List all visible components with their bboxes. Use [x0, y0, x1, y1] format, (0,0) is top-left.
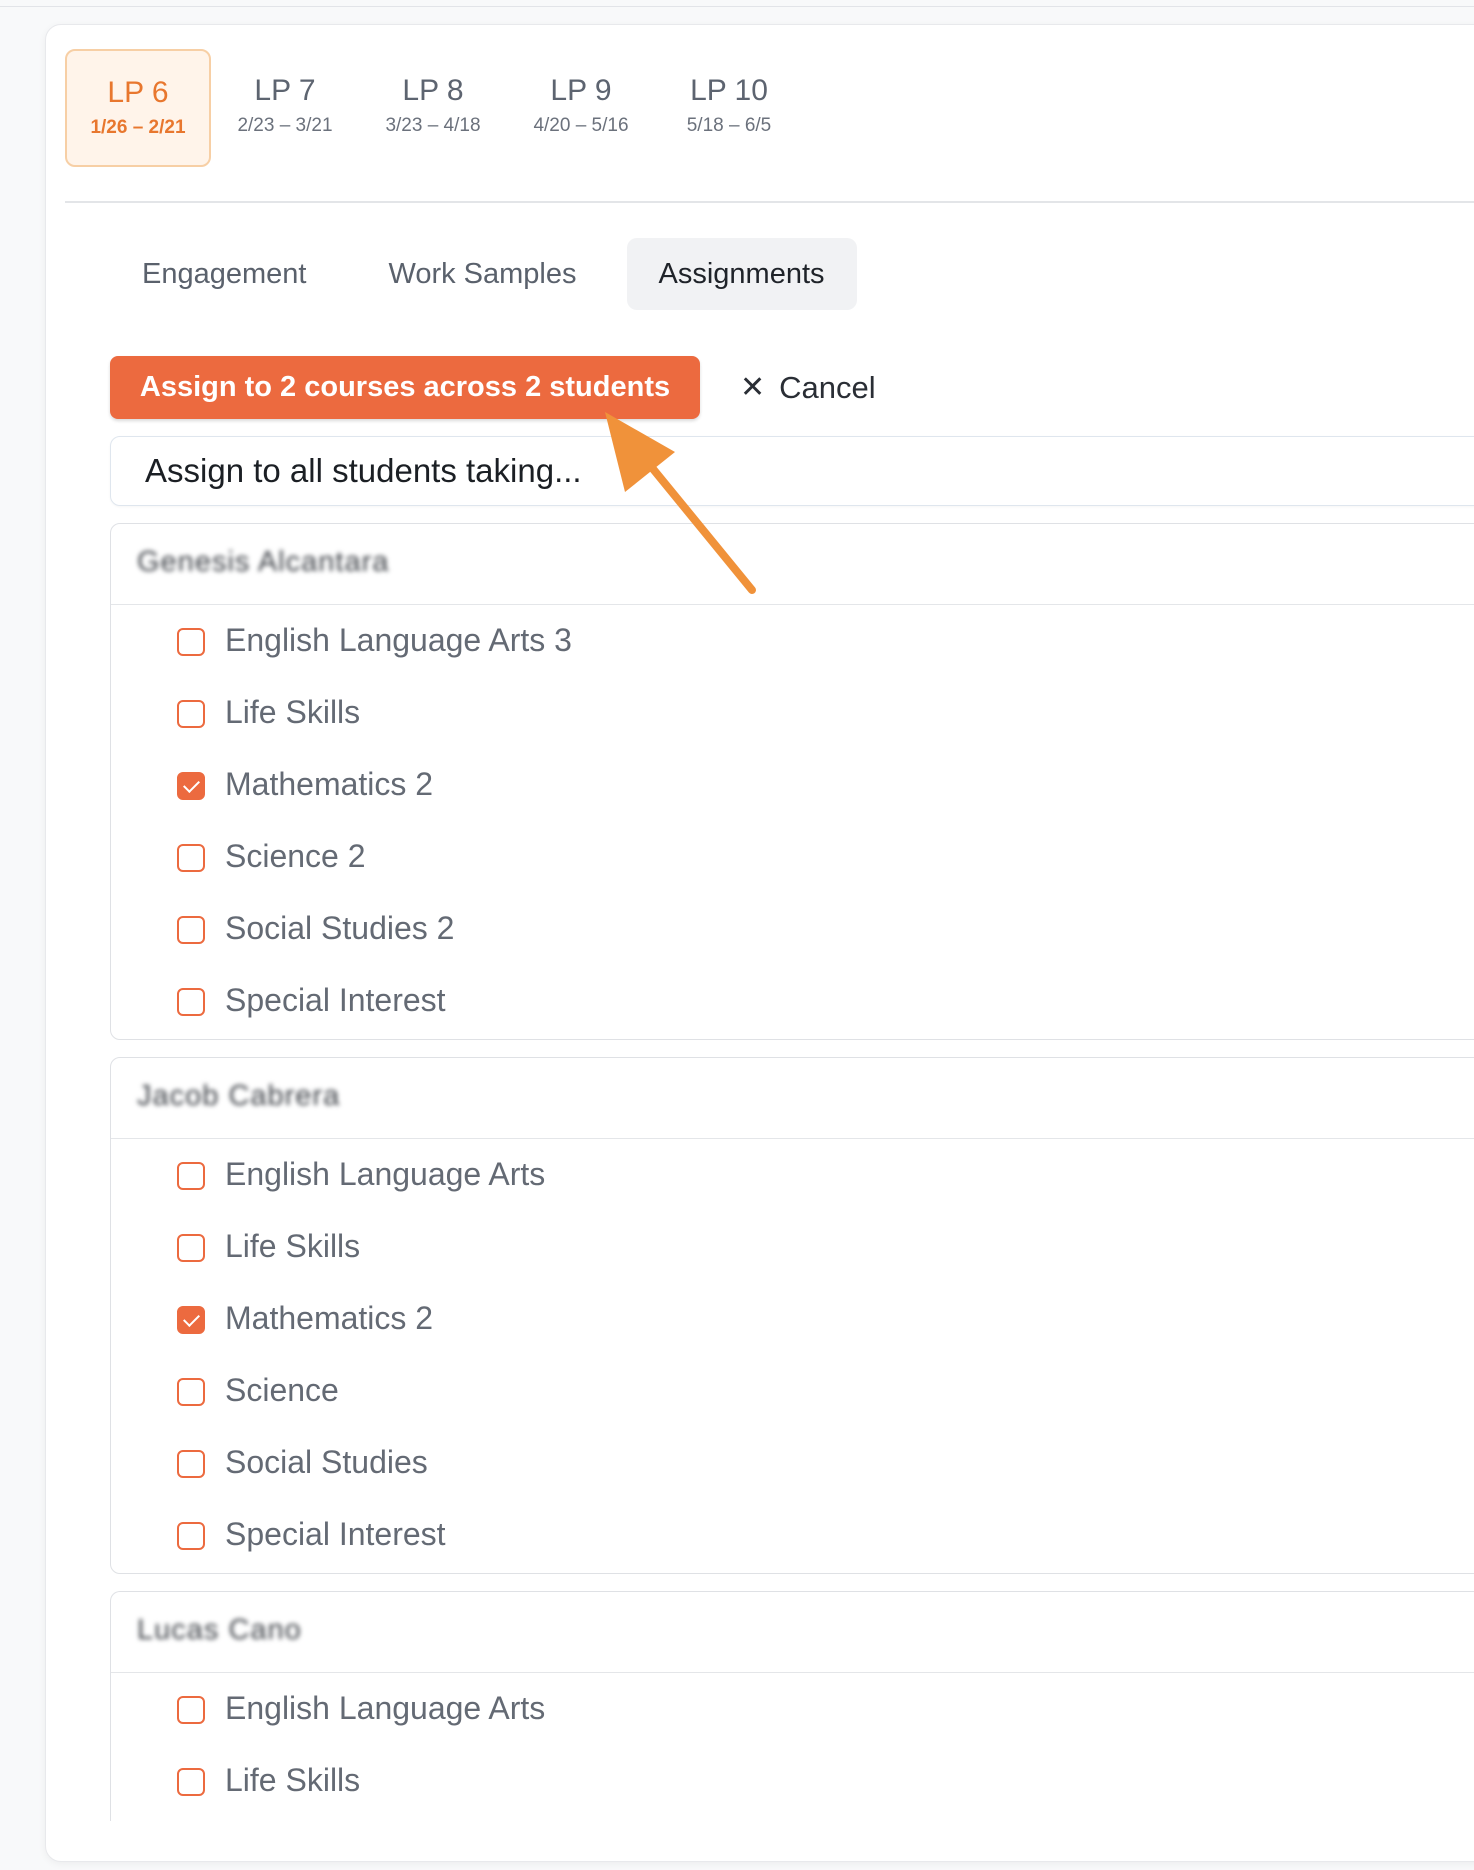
tab-assignments[interactable]: Assignments [626, 238, 857, 310]
checkbox-checked[interactable] [177, 1306, 205, 1334]
checkbox[interactable] [177, 844, 205, 872]
period-label: LP 8 [402, 74, 464, 107]
assign-button[interactable]: Assign to 2 courses across 2 students [110, 356, 700, 419]
course-option[interactable]: English Language Arts 3 [111, 606, 1474, 678]
course-option[interactable]: Life Skills [111, 1746, 1474, 1818]
checkbox[interactable] [177, 700, 205, 728]
checkbox[interactable] [177, 1768, 205, 1796]
checkbox[interactable] [177, 1450, 205, 1478]
period-lp10[interactable]: LP 10 5/18 – 6/5 [655, 49, 803, 167]
checkbox[interactable] [177, 1162, 205, 1190]
student-card: Genesis Alcantara English Language Arts … [110, 523, 1474, 1040]
course-option[interactable]: Social Studies [111, 1428, 1474, 1500]
course-option[interactable]: Social Studies 2 [111, 894, 1474, 966]
period-lp8[interactable]: LP 8 3/23 – 4/18 [359, 49, 507, 167]
course-label: Science 2 [225, 838, 366, 874]
course-label: Social Studies [225, 1444, 428, 1480]
course-option[interactable]: English Language Arts [111, 1140, 1474, 1212]
tab-bar: Engagement Work Samples Assignments [110, 238, 875, 310]
period-range: 2/23 – 3/21 [237, 115, 333, 136]
course-option[interactable]: Mathematics 2 [111, 750, 1474, 822]
checkbox[interactable] [177, 1378, 205, 1406]
course-label: Science [225, 1372, 339, 1408]
period-range: 4/20 – 5/16 [533, 115, 629, 136]
course-label: English Language Arts [225, 1156, 546, 1192]
course-label: Mathematics 2 [225, 766, 434, 802]
course-label: Social Studies 2 [225, 910, 455, 946]
period-label: LP 9 [550, 74, 612, 107]
student-card: Lucas Cano English Language Arts Life Sk… [110, 1591, 1474, 1821]
student-name: Jacob Cabrera [137, 1080, 341, 1112]
student-header: Jacob Cabrera [111, 1058, 1474, 1139]
course-label: Life Skills [225, 694, 361, 730]
assign-all-input[interactable]: Assign to all students taking... [110, 436, 1474, 506]
cancel-label: Cancel [779, 370, 876, 405]
top-border [0, 6, 1474, 7]
course-label: Special Interest [225, 982, 446, 1018]
period-range: 1/26 – 2/21 [90, 117, 186, 138]
student-name: Lucas Cano [137, 1614, 302, 1646]
course-label: Mathematics 2 [225, 1300, 434, 1336]
checkbox-checked[interactable] [177, 772, 205, 800]
course-label: English Language Arts 3 [225, 622, 572, 658]
course-label: English Language Arts [225, 1690, 546, 1726]
checkbox[interactable] [177, 628, 205, 656]
period-label: LP 6 [107, 76, 169, 109]
course-label: Special Interest [225, 1516, 446, 1552]
period-selector: LP 6 1/26 – 2/21 LP 7 2/23 – 3/21 LP 8 3… [65, 49, 803, 167]
student-header: Genesis Alcantara [111, 524, 1474, 605]
close-icon: ✕ [740, 371, 766, 404]
checkbox[interactable] [177, 988, 205, 1016]
period-lp9[interactable]: LP 9 4/20 – 5/16 [507, 49, 655, 167]
course-option[interactable]: English Language Arts [111, 1674, 1474, 1746]
checkbox[interactable] [177, 1522, 205, 1550]
student-header: Lucas Cano [111, 1592, 1474, 1673]
cancel-button[interactable]: ✕ Cancel [740, 364, 876, 412]
period-divider [65, 201, 1474, 203]
student-name: Genesis Alcantara [137, 546, 390, 578]
period-lp6[interactable]: LP 6 1/26 – 2/21 [65, 49, 211, 167]
checkbox[interactable] [177, 1234, 205, 1262]
period-range: 3/23 – 4/18 [385, 115, 481, 136]
course-option[interactable]: Mathematics 2 [111, 1284, 1474, 1356]
course-option[interactable]: Life Skills [111, 678, 1474, 750]
period-range: 5/18 – 6/5 [686, 115, 772, 136]
course-option[interactable]: Special Interest [111, 1500, 1474, 1572]
course-option[interactable]: Science [111, 1356, 1474, 1428]
checkbox[interactable] [177, 1696, 205, 1724]
tab-work-samples[interactable]: Work Samples [356, 238, 608, 310]
course-label: Life Skills [225, 1228, 361, 1264]
period-label: LP 10 [690, 74, 768, 107]
period-lp7[interactable]: LP 7 2/23 – 3/21 [211, 49, 359, 167]
course-label: Life Skills [225, 1762, 361, 1798]
student-card: Jacob Cabrera English Language Arts Life… [110, 1057, 1474, 1574]
tab-engagement[interactable]: Engagement [110, 238, 338, 310]
course-option[interactable]: Life Skills [111, 1212, 1474, 1284]
course-option[interactable]: Special Interest [111, 966, 1474, 1038]
course-option[interactable]: Science 2 [111, 822, 1474, 894]
period-label: LP 7 [254, 74, 316, 107]
checkbox[interactable] [177, 916, 205, 944]
